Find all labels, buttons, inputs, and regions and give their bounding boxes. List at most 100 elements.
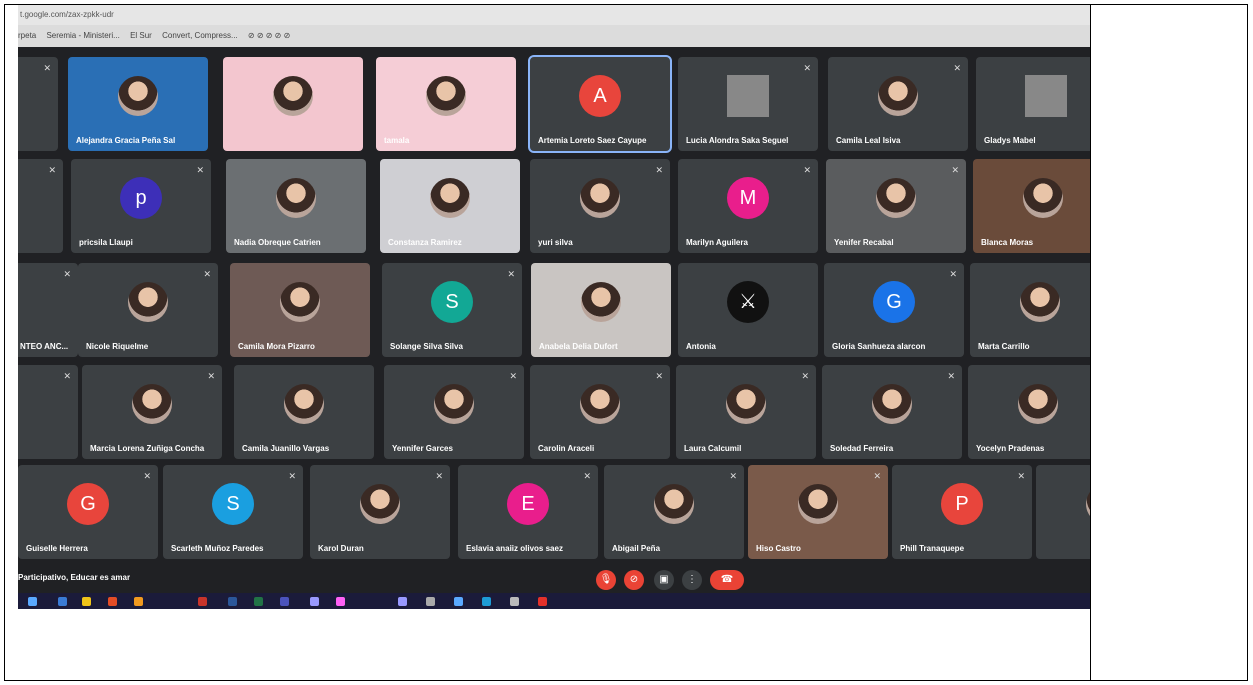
- participant-tile[interactable]: ✕ Marcia Lorena Zuñiga Concha: [82, 365, 222, 459]
- participant-avatar: S: [212, 483, 254, 526]
- bookmark-item[interactable]: Seremia - Ministeri...: [46, 31, 119, 40]
- participant-tile[interactable]: M ✕ Marilyn Aguilera: [678, 159, 818, 253]
- participant-tile[interactable]: ⚔ Antonia: [678, 263, 818, 357]
- mic-off-icon: ✕: [63, 371, 71, 381]
- taskbar-app-icon[interactable]: [280, 597, 289, 606]
- participant-tile[interactable]: Anabela Delia Dufort: [531, 263, 671, 357]
- taskbar-app-icon[interactable]: [310, 597, 319, 606]
- participant-tile[interactable]: Yocelyn Pradenas: [968, 365, 1090, 459]
- taskbar-app-icon[interactable]: [134, 597, 143, 606]
- taskbar-app-icon[interactable]: [82, 597, 91, 606]
- participant-tile[interactable]: ✕ Camila Leal Isiva: [828, 57, 968, 151]
- mic-off-icon: ✕: [803, 165, 811, 175]
- taskbar-app-icon[interactable]: [336, 597, 345, 606]
- participant-tile[interactable]: ✕ yuri silva: [530, 159, 670, 253]
- bookmark-item[interactable]: Convert, Compress...: [162, 31, 238, 40]
- taskbar-app-icon[interactable]: [538, 597, 547, 606]
- participant-name: Hiso Castro: [756, 544, 801, 553]
- taskbar-app-icon[interactable]: [510, 597, 519, 606]
- participant-tile[interactable]: Gladys Mabel: [976, 57, 1090, 151]
- participant-tile[interactable]: Alejandra Gracia Peña Sal: [68, 57, 208, 151]
- participant-tile[interactable]: ✕ Yennifer Garces: [384, 365, 524, 459]
- participant-name: Phill Tranaquepe: [900, 544, 965, 553]
- mic-off-icon: ✕: [953, 63, 961, 73]
- participant-tile[interactable]: ✕: [18, 57, 58, 151]
- participant-tile[interactable]: ✕: [18, 159, 63, 253]
- bookmark-item[interactable]: rpeta: [18, 31, 36, 40]
- participant-tile[interactable]: ✕ Soledad Ferreira: [822, 365, 962, 459]
- video-grid: ✕ Alejandra Gracia Peña Sal tamala A Art…: [18, 47, 1090, 567]
- participant-tile[interactable]: ✕: [18, 365, 78, 459]
- participant-name: Camila Mora Pizarro: [238, 342, 315, 351]
- browser-url-bar[interactable]: t.google.com/zax-zpkk-udr: [18, 5, 1090, 25]
- participant-tile[interactable]: tamala: [376, 57, 516, 151]
- participant-tile[interactable]: ✕ Yenifer Recabal: [826, 159, 966, 253]
- taskbar-app-icon[interactable]: [228, 597, 237, 606]
- participant-video: [876, 178, 916, 219]
- mic-off-icon: ✕: [507, 269, 515, 279]
- participant-tile[interactable]: S ✕ Scarleth Muñoz Paredes: [163, 465, 303, 559]
- mic-off-icon: ✕: [947, 371, 955, 381]
- taskbar-app-icon[interactable]: [426, 597, 435, 606]
- mic-off-icon: ✕: [1017, 471, 1025, 481]
- taskbar-app-icon[interactable]: [398, 597, 407, 606]
- participant-tile[interactable]: G ✕ Guiselle Herrera: [18, 465, 158, 559]
- participant-tile[interactable]: p ✕ pricsila Llaupi: [71, 159, 211, 253]
- participant-name: yuri silva: [538, 238, 573, 247]
- participant-tile[interactable]: Marta Carrillo: [970, 263, 1090, 357]
- more-icon[interactable]: ⋮: [682, 570, 702, 590]
- participant-tile[interactable]: G ✕ Gloria Sanhueza alarcon: [824, 263, 964, 357]
- participant-tile-speaking[interactable]: A Artemia Loreto Saez Cayupe: [528, 55, 672, 153]
- participant-tile[interactable]: [1036, 465, 1090, 559]
- participant-tile[interactable]: ✕ NTEO ANC...: [18, 263, 78, 357]
- participant-tile[interactable]: E ✕ Eslavia anaiiz olivos saez: [458, 465, 598, 559]
- participant-tile[interactable]: P ✕ Phill Tranaquepe: [892, 465, 1032, 559]
- participant-tile[interactable]: ✕ Carolin Araceli: [530, 365, 670, 459]
- participant-name: Anabela Delia Dufort: [539, 342, 618, 351]
- participant-avatar: [726, 384, 766, 425]
- bookmarks-bar: rpeta Seremia - Ministeri... El Sur Conv…: [18, 25, 1090, 47]
- participant-name: NTEO ANC...: [20, 342, 69, 351]
- participant-avatar: P: [941, 483, 983, 526]
- participant-tile[interactable]: Blanca Moras: [973, 159, 1090, 253]
- taskbar-app-icon[interactable]: [108, 597, 117, 606]
- participant-tile[interactable]: ✕ Laura Calcumil: [676, 365, 816, 459]
- participant-video: [280, 282, 320, 323]
- participant-tile[interactable]: Camila Mora Pizarro: [230, 263, 370, 357]
- bookmark-item[interactable]: El Sur: [130, 31, 152, 40]
- participant-tile[interactable]: ✕ Hiso Castro: [748, 465, 888, 559]
- camera-off-icon[interactable]: ⊘: [624, 570, 644, 590]
- taskbar-app-icon[interactable]: [482, 597, 491, 606]
- mic-off-icon: ✕: [196, 165, 204, 175]
- participant-tile[interactable]: [223, 57, 363, 151]
- participant-name: Artemia Loreto Saez Cayupe: [538, 136, 647, 145]
- taskbar-app-icon[interactable]: [198, 597, 207, 606]
- meeting-photo: t.google.com/zax-zpkk-udr rpeta Seremia …: [18, 5, 1090, 609]
- participant-tile[interactable]: Camila Juanillo Vargas: [234, 365, 374, 459]
- participant-video: [430, 178, 470, 219]
- participant-avatar: G: [873, 281, 915, 324]
- participant-name: tamala: [384, 136, 410, 145]
- participant-tile[interactable]: Nadia Obreque Catrien: [226, 159, 366, 253]
- mic-off-icon: ✕: [655, 371, 663, 381]
- participant-name: Alejandra Gracia Peña Sal: [76, 136, 176, 145]
- taskbar-app-icon[interactable]: [254, 597, 263, 606]
- end-call-icon[interactable]: ☎: [710, 570, 744, 590]
- participant-tile[interactable]: ✕ Abigail Peña: [604, 465, 744, 559]
- mic-off-icon[interactable]: 🎙: [596, 570, 616, 590]
- taskbar-app-icon[interactable]: [58, 597, 67, 606]
- mic-off-icon: ✕: [729, 471, 737, 481]
- participant-video: [276, 178, 316, 219]
- participant-avatar: [128, 282, 168, 323]
- participant-tile[interactable]: ✕ Karol Duran: [310, 465, 450, 559]
- participant-video: [798, 484, 838, 525]
- present-icon[interactable]: ▣: [654, 570, 674, 590]
- participant-name: Marcia Lorena Zuñiga Concha: [90, 444, 205, 453]
- participant-name: Camila Juanillo Vargas: [242, 444, 330, 453]
- participant-tile[interactable]: ✕ Nicole Riquelme: [78, 263, 218, 357]
- participant-tile[interactable]: ✕ Lucia Alondra Saka Seguel: [678, 57, 818, 151]
- taskbar-app-icon[interactable]: [454, 597, 463, 606]
- taskbar-app-icon[interactable]: [28, 597, 37, 606]
- participant-tile[interactable]: Constanza Ramirez: [380, 159, 520, 253]
- participant-tile[interactable]: S ✕ Solange Silva Silva: [382, 263, 522, 357]
